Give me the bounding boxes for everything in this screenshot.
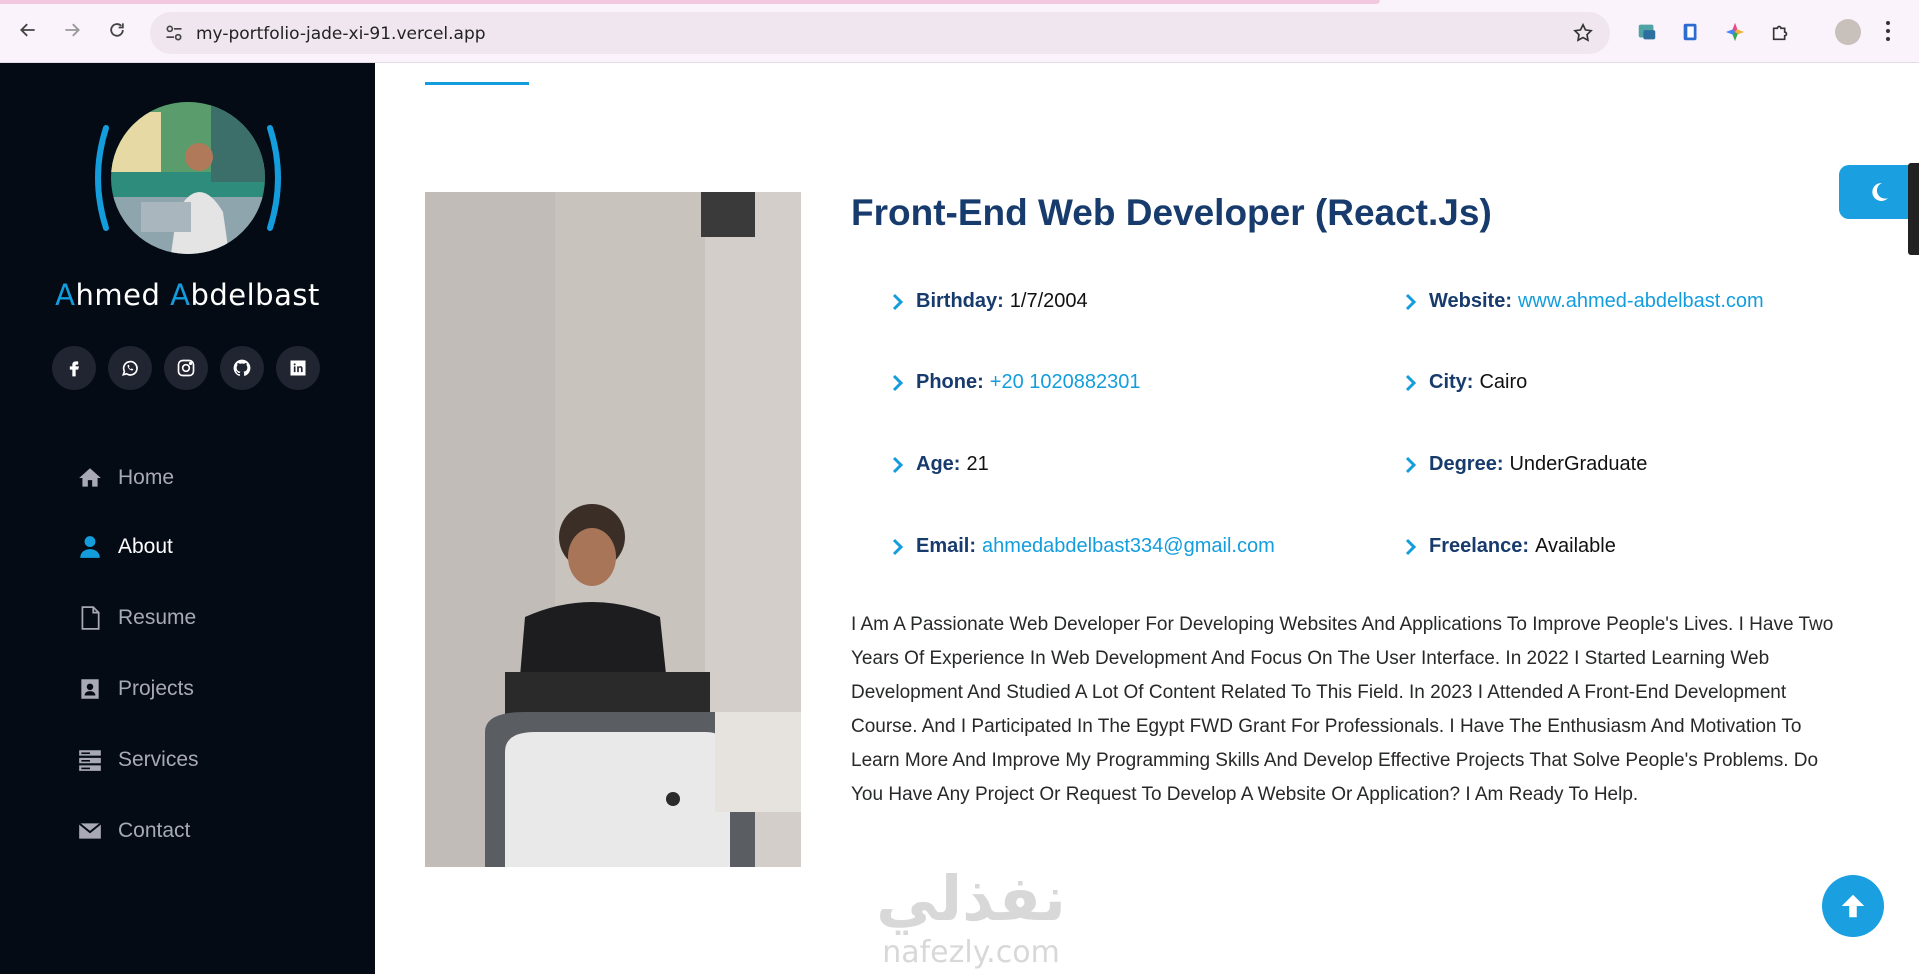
watermark-arabic: نفذلي bbox=[876, 862, 1066, 935]
info-label: Degree: bbox=[1429, 453, 1504, 475]
sidebar-item-home[interactable]: Home bbox=[76, 458, 316, 498]
watermark-latin: nafezly.com bbox=[882, 935, 1060, 970]
info-city: City: Cairo bbox=[1403, 371, 1527, 394]
info-birthday: Birthday: 1/7/2004 bbox=[890, 290, 1088, 313]
name-initial: A bbox=[170, 278, 191, 312]
chevron-right-icon bbox=[1405, 293, 1417, 310]
about-section: Front-End Web Developer (React.Js) Birth… bbox=[375, 63, 1919, 974]
extension-icon[interactable] bbox=[1724, 21, 1746, 43]
extension-icon[interactable] bbox=[1680, 21, 1702, 43]
sidebar-item-label: Contact bbox=[118, 819, 191, 842]
sidebar-item-label: Projects bbox=[118, 677, 194, 700]
nafezly-watermark: نفذلي nafezly.com bbox=[876, 862, 1066, 970]
forward-icon[interactable] bbox=[58, 16, 86, 44]
info-label: City: bbox=[1429, 371, 1474, 393]
info-label: Phone: bbox=[916, 371, 984, 393]
info-email: Email: ahmedabdelbast334@gmail.com bbox=[890, 535, 1275, 558]
browser-toolbar: my-portfolio-jade-xi-91.vercel.app bbox=[0, 0, 1919, 63]
chevron-right-icon bbox=[1405, 374, 1417, 391]
address-bar[interactable]: my-portfolio-jade-xi-91.vercel.app bbox=[150, 12, 1610, 54]
about-photo bbox=[425, 192, 801, 867]
home-icon bbox=[76, 464, 104, 492]
info-label: Birthday: bbox=[916, 290, 1004, 312]
whatsapp-icon[interactable] bbox=[108, 346, 152, 390]
scrollbar-thumb[interactable] bbox=[1908, 163, 1919, 255]
info-value: 21 bbox=[966, 453, 989, 475]
info-label: Email: bbox=[916, 535, 977, 557]
sidebar-item-services[interactable]: Services bbox=[76, 740, 316, 780]
info-value: Cairo bbox=[1479, 371, 1528, 393]
star-icon[interactable] bbox=[1572, 22, 1594, 44]
profile-name: Ahmed Abdelbast bbox=[0, 278, 375, 312]
tab-strip-accent bbox=[0, 0, 1380, 4]
extension-icon[interactable] bbox=[1636, 21, 1658, 43]
info-value: UnderGraduate bbox=[1509, 453, 1648, 475]
portfolio-icon bbox=[76, 675, 104, 703]
chevron-right-icon bbox=[892, 374, 904, 391]
sidebar-item-contact[interactable]: Contact bbox=[76, 811, 316, 851]
github-icon[interactable] bbox=[220, 346, 264, 390]
info-website: Website: www.ahmed-abdelbast.com bbox=[1403, 290, 1764, 313]
facebook-icon[interactable] bbox=[52, 346, 96, 390]
sidebar-item-label: Resume bbox=[118, 606, 197, 629]
info-value: 1/7/2004 bbox=[1009, 290, 1088, 312]
info-label: Website: bbox=[1429, 290, 1512, 312]
chevron-right-icon bbox=[892, 456, 904, 473]
linkedin-icon[interactable] bbox=[276, 346, 320, 390]
about-bio: I Am A Passionate Web Developer For Deve… bbox=[851, 614, 1834, 805]
menu-icon[interactable] bbox=[1885, 20, 1891, 42]
social-links bbox=[52, 346, 320, 390]
sidebar-item-label: Services bbox=[118, 748, 199, 771]
info-age: Age: 21 bbox=[890, 453, 989, 476]
sidebar-item-resume[interactable]: Resume bbox=[76, 598, 316, 638]
file-icon bbox=[76, 604, 104, 632]
info-value: Available bbox=[1535, 535, 1616, 557]
server-icon bbox=[76, 746, 104, 774]
moon-icon bbox=[1872, 182, 1888, 201]
name-initial: A bbox=[55, 278, 76, 312]
site-settings-icon[interactable] bbox=[164, 23, 184, 43]
chevron-right-icon bbox=[1405, 456, 1417, 473]
puzzle-icon[interactable] bbox=[1770, 21, 1792, 43]
section-title-underline bbox=[425, 82, 529, 85]
instagram-icon[interactable] bbox=[164, 346, 208, 390]
user-icon bbox=[76, 533, 104, 561]
website-link[interactable]: www.ahmed-abdelbast.com bbox=[1518, 290, 1764, 313]
chevron-right-icon bbox=[1405, 538, 1417, 555]
name-last-rest: bdelbast bbox=[190, 278, 320, 312]
sidebar-item-label: Home bbox=[118, 466, 175, 489]
chevron-right-icon bbox=[892, 538, 904, 555]
name-first-rest: hmed bbox=[75, 278, 171, 312]
job-title: Front-End Web Developer (React.Js) bbox=[851, 192, 1492, 233]
phone-link[interactable]: +20 1020882301 bbox=[990, 371, 1141, 394]
url-text[interactable]: my-portfolio-jade-xi-91.vercel.app bbox=[196, 24, 486, 44]
envelope-icon bbox=[76, 817, 104, 845]
profile-photo bbox=[111, 102, 265, 254]
back-icon[interactable] bbox=[14, 16, 42, 44]
info-degree: Degree: UnderGraduate bbox=[1403, 453, 1647, 476]
info-phone: Phone: +20 1020882301 bbox=[890, 371, 1141, 394]
info-freelance: Freelance: Available bbox=[1403, 535, 1616, 558]
sidebar: Ahmed Abdelbast Home About Resume Projec… bbox=[0, 63, 375, 974]
chevron-right-icon bbox=[892, 293, 904, 310]
info-label: Age: bbox=[916, 453, 961, 475]
sidebar-item-about[interactable]: About bbox=[76, 527, 316, 567]
profile-icon[interactable] bbox=[1835, 19, 1861, 45]
back-to-top-button[interactable] bbox=[1822, 875, 1884, 937]
sidebar-item-label: About bbox=[118, 535, 173, 558]
arrow-up-icon bbox=[1841, 894, 1865, 918]
email-link[interactable]: ahmedabdelbast334@gmail.com bbox=[982, 535, 1275, 558]
reload-icon[interactable] bbox=[103, 16, 131, 44]
profile-avatar bbox=[88, 98, 288, 258]
info-label: Freelance: bbox=[1429, 535, 1530, 557]
dark-mode-toggle[interactable] bbox=[1839, 165, 1919, 219]
sidebar-item-projects[interactable]: Projects bbox=[76, 669, 316, 709]
